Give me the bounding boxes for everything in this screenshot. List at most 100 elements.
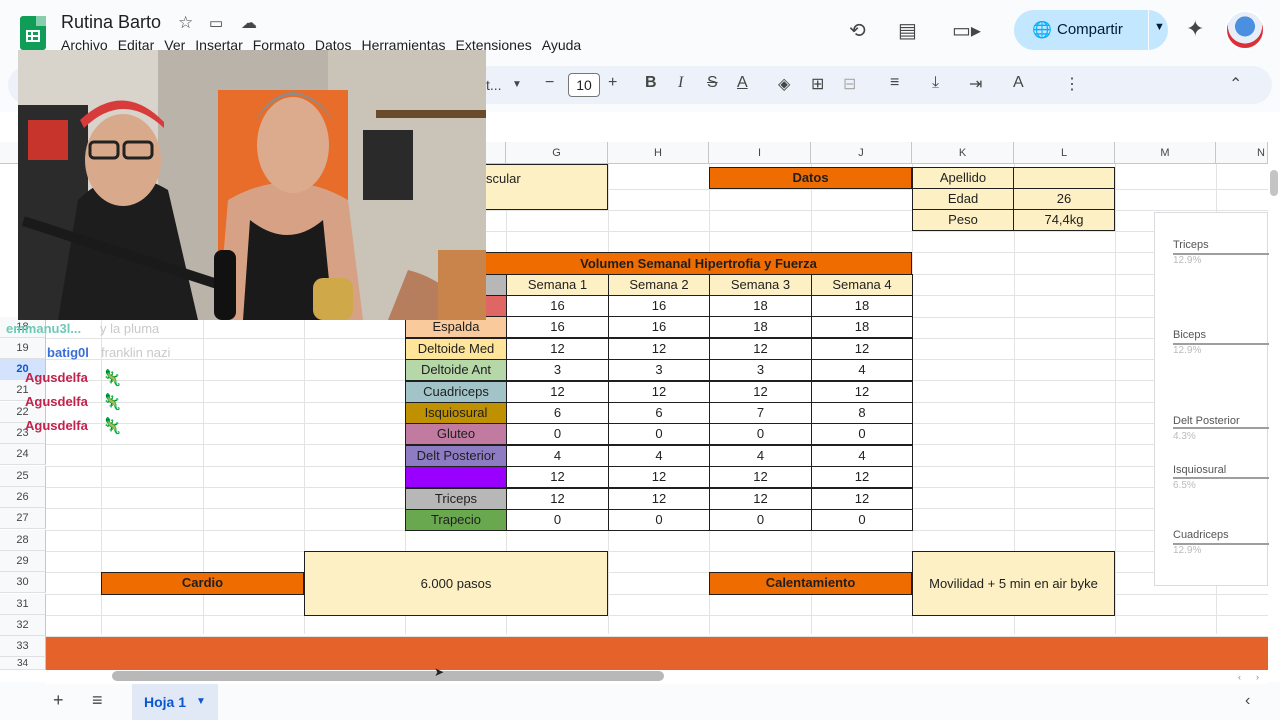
volume-cell[interactable]: 12: [709, 487, 812, 510]
volume-cell[interactable]: 12: [709, 337, 812, 360]
week-header-3[interactable]: Semana 3: [709, 274, 812, 296]
volume-cell[interactable]: 4: [709, 444, 812, 467]
volume-cell[interactable]: 0: [811, 509, 913, 531]
volume-cell[interactable]: 12: [608, 466, 710, 489]
muscle-label[interactable]: Delt Posterior: [405, 444, 507, 467]
cell-partial-label[interactable]: scular: [486, 164, 608, 210]
distribution-chart-panel[interactable]: Triceps 12.9% Biceps 12.9% Delt Posterio…: [1154, 212, 1269, 586]
cloud-status-icon[interactable]: ☁: [241, 13, 257, 33]
volume-cell[interactable]: 3: [506, 359, 609, 382]
column-header-l[interactable]: L: [1014, 142, 1115, 164]
volume-cell[interactable]: 16: [608, 295, 710, 317]
muscle-header-cell[interactable]: [486, 274, 507, 296]
explore-collapse-icon[interactable]: ‹: [1245, 692, 1250, 710]
volume-cell[interactable]: 7: [709, 402, 812, 424]
column-header-n[interactable]: N: [1216, 142, 1268, 164]
strikethrough-icon[interactable]: S: [707, 74, 718, 92]
volume-cell[interactable]: 12: [506, 380, 609, 403]
fill-color-icon[interactable]: ◈: [778, 74, 790, 94]
row-header-33[interactable]: 33: [0, 636, 46, 657]
cardio-value[interactable]: 6.000 pasos: [304, 551, 608, 616]
collapse-toolbar-icon[interactable]: ⌃: [1229, 74, 1242, 94]
volume-cell[interactable]: 4: [811, 359, 913, 382]
horizontal-scrollbar-thumb[interactable]: [112, 671, 664, 681]
row-header-24[interactable]: 24: [0, 444, 46, 465]
column-header-j[interactable]: J: [811, 142, 912, 164]
chevron-down-icon[interactable]: ▼: [196, 696, 206, 707]
muscle-label[interactable]: Deltoide Ant: [405, 359, 507, 382]
italic-icon[interactable]: I: [678, 74, 683, 92]
volume-cell[interactable]: 18: [709, 316, 812, 339]
datos-header[interactable]: Datos: [709, 167, 912, 189]
row-header-19[interactable]: 19: [0, 338, 46, 359]
all-sheets-icon[interactable]: ≡: [92, 690, 103, 711]
muscle-label[interactable]: Triceps: [405, 487, 507, 510]
avatar[interactable]: [1225, 10, 1265, 50]
datos-label-apellido[interactable]: Apellido: [912, 167, 1014, 189]
decrease-font-icon[interactable]: −: [545, 74, 554, 92]
document-title[interactable]: Rutina Barto: [61, 12, 161, 33]
volume-cell[interactable]: 6: [506, 402, 609, 424]
volume-cell[interactable]: 16: [506, 295, 609, 317]
calentamiento-label[interactable]: Calentamiento: [709, 572, 912, 595]
volume-cell[interactable]: 0: [709, 423, 812, 446]
share-button[interactable]: 🌐 Compartir ▼: [1014, 10, 1168, 50]
sheets-logo-icon[interactable]: [20, 16, 46, 50]
week-header-1[interactable]: Semana 1: [506, 274, 609, 296]
volume-cell[interactable]: 12: [506, 487, 609, 510]
volume-cell[interactable]: 6: [608, 402, 710, 424]
volume-cell[interactable]: 16: [506, 316, 609, 339]
orange-banner-row[interactable]: [46, 637, 1268, 670]
volume-cell[interactable]: 12: [506, 466, 609, 489]
volume-cell[interactable]: 18: [811, 316, 913, 339]
align-horizontal-icon[interactable]: ≡: [890, 74, 899, 92]
gemini-icon[interactable]: ✦: [1186, 16, 1204, 42]
bold-icon[interactable]: B: [645, 74, 657, 92]
move-folder-icon[interactable]: ▭: [209, 14, 223, 32]
row-header-25[interactable]: 25: [0, 466, 46, 487]
datos-label-peso[interactable]: Peso: [912, 209, 1014, 231]
volume-cell[interactable]: 4: [608, 444, 710, 467]
scroll-left-icon[interactable]: ‹: [1238, 672, 1241, 682]
font-chevron-icon[interactable]: ▼: [512, 79, 522, 90]
muscle-label[interactable]: Trapecio: [405, 509, 507, 531]
volume-cell[interactable]: 4: [506, 444, 609, 467]
volume-cell[interactable]: 12: [811, 487, 913, 510]
column-header-g[interactable]: G: [506, 142, 608, 164]
week-header-4[interactable]: Semana 4: [811, 274, 913, 296]
column-header-m[interactable]: M: [1115, 142, 1216, 164]
more-options-icon[interactable]: ⋮: [1064, 74, 1080, 94]
chevron-down-icon[interactable]: ▼: [1154, 21, 1165, 33]
volume-cell[interactable]: 0: [709, 509, 812, 531]
volume-cell[interactable]: 0: [608, 423, 710, 446]
row-header-28[interactable]: 28: [0, 530, 46, 551]
volume-cell[interactable]: 18: [709, 295, 812, 317]
row-header-31[interactable]: 31: [0, 594, 46, 615]
font-family-select[interactable]: t...: [486, 77, 502, 93]
datos-label-edad[interactable]: Edad: [912, 188, 1014, 210]
meet-icon[interactable]: ▭▸: [952, 18, 981, 43]
menu-ayuda[interactable]: Ayuda: [542, 37, 581, 53]
column-header-h[interactable]: H: [608, 142, 709, 164]
merge-cells-icon[interactable]: ⊟: [843, 74, 856, 94]
cardio-label[interactable]: Cardio: [101, 572, 304, 595]
muscle-label[interactable]: Isquiosural: [405, 402, 507, 424]
row-header-30[interactable]: 30: [0, 572, 46, 593]
volume-cell[interactable]: 4: [811, 444, 913, 467]
volume-cell[interactable]: 0: [506, 423, 609, 446]
vertical-scrollbar-thumb[interactable]: [1270, 170, 1278, 196]
calentamiento-value[interactable]: Movilidad + 5 min en air byke: [912, 551, 1115, 616]
scroll-right-icon[interactable]: ›: [1256, 672, 1259, 682]
muscle-label[interactable]: [486, 295, 507, 317]
volume-cell[interactable]: 12: [811, 337, 913, 360]
volume-cell[interactable]: 3: [709, 359, 812, 382]
muscle-label[interactable]: Biceps: [405, 466, 507, 489]
star-icon[interactable]: ☆: [178, 13, 193, 33]
text-color-icon[interactable]: A: [737, 74, 748, 92]
row-header-34[interactable]: 34: [0, 657, 46, 670]
week-header-2[interactable]: Semana 2: [608, 274, 710, 296]
volume-cell[interactable]: 12: [608, 337, 710, 360]
volume-cell[interactable]: 12: [506, 337, 609, 360]
volume-cell[interactable]: 12: [811, 380, 913, 403]
datos-value-peso[interactable]: 74,4kg: [1013, 209, 1115, 231]
